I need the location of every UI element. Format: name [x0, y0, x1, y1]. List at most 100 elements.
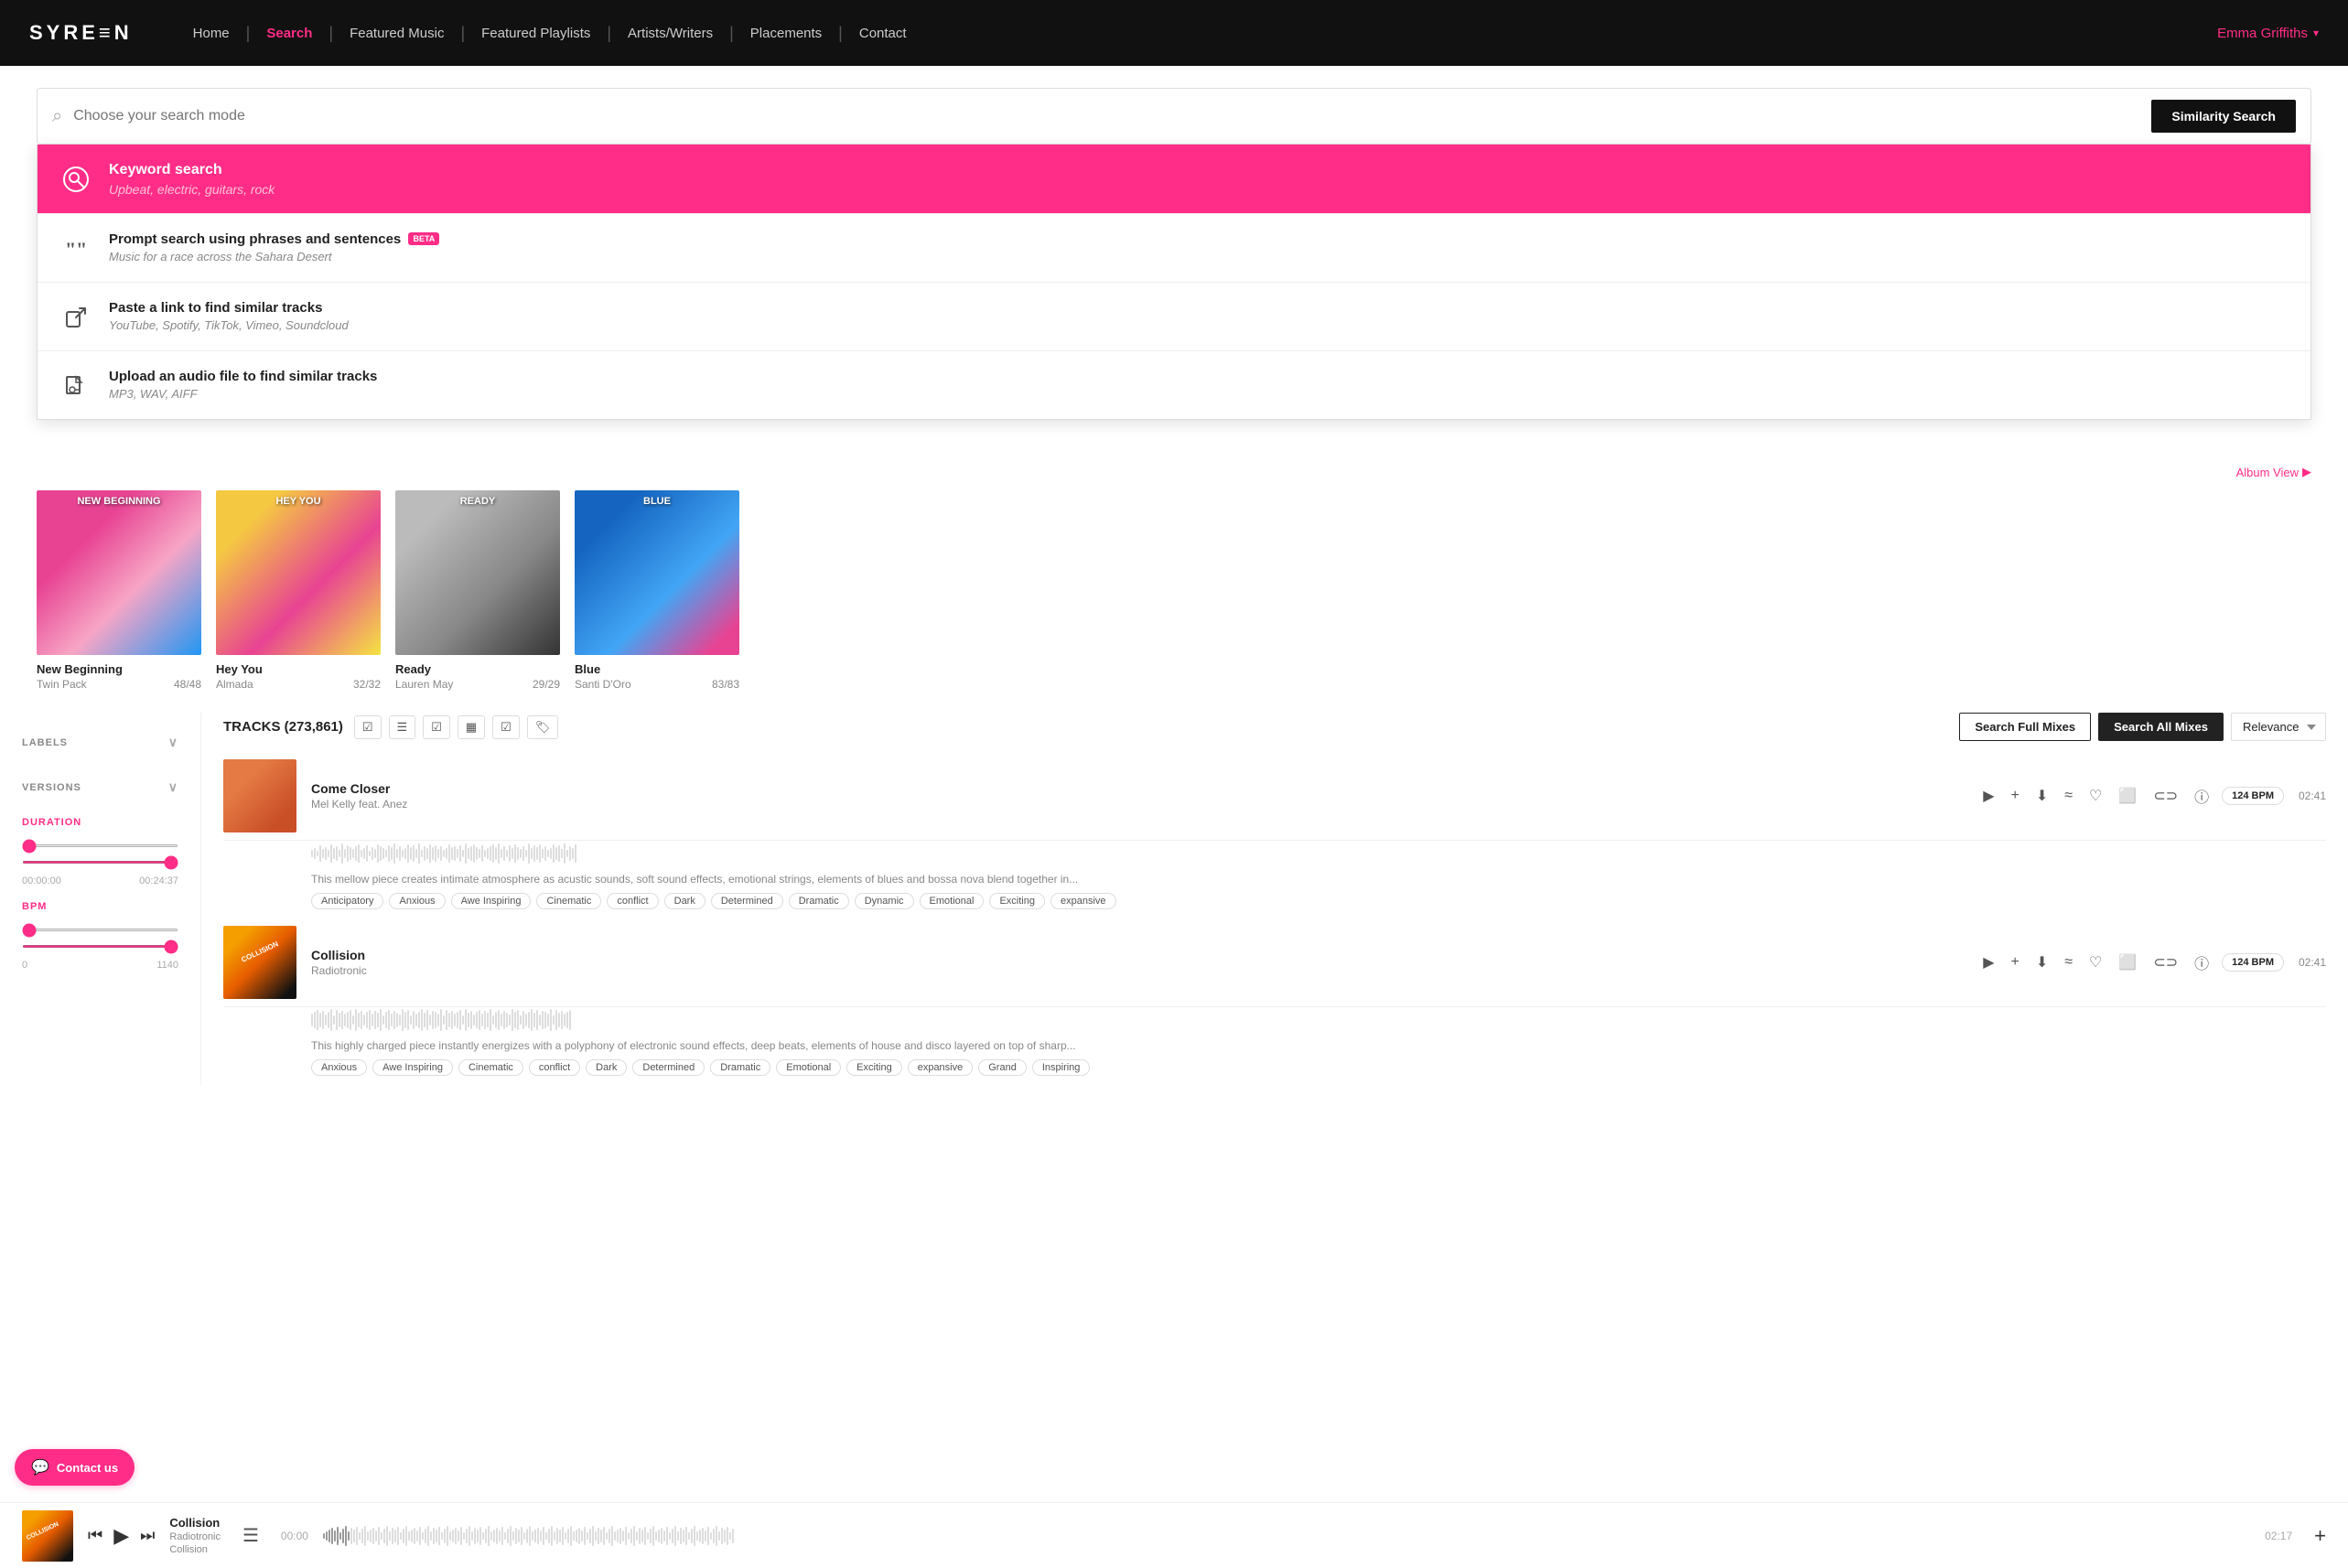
- tag-cinematic[interactable]: Cinematic: [536, 893, 601, 909]
- album-thumb-hey-you: HEY YOU: [216, 490, 381, 655]
- search-mode-prompt[interactable]: " " Prompt search using phrases and sent…: [38, 214, 2310, 283]
- search-input[interactable]: [73, 108, 2140, 124]
- tag-exciting[interactable]: Exciting: [989, 893, 1045, 909]
- album-view-link[interactable]: Album View ▶: [2236, 465, 2311, 479]
- tag-expansive[interactable]: expansive: [1050, 893, 1116, 909]
- album-card-blue[interactable]: BLUE Blue Santi D'Oro 83/83: [575, 490, 739, 691]
- tag-emotional[interactable]: Emotional: [920, 893, 985, 909]
- player-rewind-btn[interactable]: ⏮: [88, 1526, 102, 1545]
- search-all-mixes-btn[interactable]: Search All Mixes: [2098, 713, 2224, 741]
- share-btn-come-closer[interactable]: ⊂⊃: [2149, 783, 2181, 809]
- track-info-collision: Collision Radiotronic: [296, 948, 1979, 977]
- tag2-emotional[interactable]: Emotional: [776, 1059, 841, 1076]
- tracks-number: (273,861): [285, 719, 343, 735]
- albums-section: Album View ▶ NEW BEGINNING New Beginning…: [0, 446, 2348, 691]
- tag-dark[interactable]: Dark: [664, 893, 705, 909]
- similarity-search-button[interactable]: Similarity Search: [2151, 100, 2296, 133]
- search-mode-keyword[interactable]: Keyword search Upbeat, electric, guitars…: [38, 145, 2310, 214]
- sort-select[interactable]: Relevance Newest Oldest BPM High BPM Low: [2231, 713, 2326, 741]
- heart-btn-collision[interactable]: ♡: [2085, 950, 2106, 975]
- sidebar-versions-toggle[interactable]: VERSIONS ∨: [22, 772, 178, 802]
- sidebar-versions-label: VERSIONS: [22, 782, 81, 793]
- waveform-btn-collision[interactable]: ≈: [2061, 950, 2076, 974]
- tag2-determined[interactable]: Determined: [632, 1059, 705, 1076]
- tag-anxious[interactable]: Anxious: [389, 893, 445, 909]
- tracks-bars-btn[interactable]: ▦: [458, 715, 485, 739]
- album-card-hey-you[interactable]: HEY YOU Hey You Almada 32/32: [216, 490, 381, 691]
- link-icon: [59, 301, 92, 334]
- nav-featured-music[interactable]: Featured Music: [333, 26, 460, 41]
- bpm-slider-min[interactable]: [22, 929, 178, 931]
- tracks-check-btn[interactable]: ☑: [423, 715, 450, 739]
- download-btn-come-closer[interactable]: ⬇: [2032, 783, 2052, 809]
- tag-dynamic[interactable]: Dynamic: [855, 893, 914, 909]
- queue-icon[interactable]: ☰: [242, 1524, 259, 1547]
- nav-featured-playlists[interactable]: Featured Playlists: [465, 26, 607, 41]
- chevron-down-icon: ∨: [168, 735, 178, 750]
- album-artist-blue: Santi D'Oro: [575, 678, 631, 691]
- link-title: Paste a link to find similar tracks: [109, 299, 2289, 317]
- tag2-exciting[interactable]: Exciting: [846, 1059, 902, 1076]
- player-add-btn[interactable]: +: [2314, 1524, 2326, 1548]
- album-view-row: Album View ▶: [37, 465, 2311, 479]
- waveform-btn-come-closer[interactable]: ≈: [2061, 784, 2076, 808]
- duration-slider-min[interactable]: [22, 844, 178, 847]
- search-full-mixes-btn[interactable]: Search Full Mixes: [1959, 713, 2091, 741]
- nav-home[interactable]: Home: [177, 26, 246, 41]
- search-mode-link[interactable]: Paste a link to find similar tracks YouT…: [38, 283, 2310, 351]
- download-btn-collision[interactable]: ⬇: [2032, 950, 2052, 975]
- share-btn-collision[interactable]: ⊂⊃: [2149, 950, 2181, 975]
- tag2-awe-inspiring[interactable]: Awe Inspiring: [372, 1059, 453, 1076]
- player-waveform[interactable]: (function(){ var heights = [6,10,14,18,1…: [323, 1520, 2250, 1552]
- player-album: Collision: [169, 1544, 221, 1555]
- heart-btn-come-closer[interactable]: ♡: [2085, 783, 2106, 809]
- video-btn-collision[interactable]: ⬜: [2115, 950, 2140, 975]
- play-btn-collision[interactable]: ▶: [1979, 950, 1998, 975]
- track-description-come-closer: This mellow piece creates intimate atmos…: [311, 872, 2326, 887]
- tag2-dramatic[interactable]: Dramatic: [710, 1059, 770, 1076]
- nav-contact[interactable]: Contact: [843, 26, 923, 41]
- tag2-inspiring[interactable]: Inspiring: [1032, 1059, 1091, 1076]
- tracks-list-view-btn[interactable]: ☰: [389, 715, 416, 739]
- video-btn-come-closer[interactable]: ⬜: [2115, 783, 2140, 809]
- album-card-new-beginning[interactable]: NEW BEGINNING New Beginning Twin Pack 48…: [37, 490, 201, 691]
- nav-artists-writers[interactable]: Artists/Writers: [611, 26, 729, 41]
- album-thumb-blue: BLUE: [575, 490, 739, 655]
- tag-determined[interactable]: Determined: [711, 893, 783, 909]
- player-forward-btn[interactable]: ⏭: [140, 1526, 155, 1545]
- tracks-bookmark-btn[interactable]: 🏷: [527, 715, 559, 739]
- tag2-anxious[interactable]: Anxious: [311, 1059, 367, 1076]
- add-btn-come-closer[interactable]: +: [2008, 784, 2023, 808]
- info-btn-collision[interactable]: ⓘ: [2191, 948, 2213, 977]
- nav-search[interactable]: Search: [250, 26, 329, 41]
- info-btn-come-closer[interactable]: ⓘ: [2191, 781, 2213, 811]
- album-info-hey-you: Hey You Almada 32/32: [216, 662, 381, 691]
- logo[interactable]: SYRE≡N: [29, 21, 133, 45]
- add-btn-collision[interactable]: +: [2008, 950, 2023, 974]
- top-nav: SYRE≡N Home | Search | Featured Music | …: [0, 0, 2348, 66]
- nav-user[interactable]: Emma Griffiths ▾: [2217, 26, 2319, 41]
- tag2-cinematic[interactable]: Cinematic: [458, 1059, 523, 1076]
- bpm-badge-come-closer: 124 BPM: [2222, 787, 2284, 805]
- tag-anticipatory[interactable]: Anticipatory: [311, 893, 383, 909]
- bpm-slider-max[interactable]: [22, 945, 178, 948]
- tag-awe-inspiring[interactable]: Awe Inspiring: [451, 893, 532, 909]
- tag2-conflict[interactable]: conflict: [529, 1059, 580, 1076]
- tag2-dark[interactable]: Dark: [586, 1059, 627, 1076]
- sidebar-labels-toggle[interactable]: LABELS ∨: [22, 727, 178, 757]
- tag-conflict[interactable]: conflict: [607, 893, 658, 909]
- duration-slider-max[interactable]: [22, 861, 178, 864]
- player-play-btn[interactable]: ▶: [113, 1524, 129, 1548]
- bpm-badge-collision: 124 BPM: [2222, 953, 2284, 972]
- contact-us-button[interactable]: 💬 Contact us: [15, 1449, 135, 1486]
- play-btn-come-closer[interactable]: ▶: [1979, 783, 1998, 809]
- tracks-tag-btn[interactable]: ☑: [492, 715, 520, 739]
- tag2-expansive[interactable]: expansive: [908, 1059, 974, 1076]
- nav-placements[interactable]: Placements: [734, 26, 838, 41]
- tag-dramatic[interactable]: Dramatic: [789, 893, 849, 909]
- tracks-select-all-btn[interactable]: ☑: [354, 715, 382, 739]
- album-card-ready[interactable]: READY Ready Lauren May 29/29: [395, 490, 560, 691]
- tag2-grand[interactable]: Grand: [978, 1059, 1027, 1076]
- track-artist-come-closer: Mel Kelly feat. Anez: [311, 798, 1965, 811]
- search-mode-upload[interactable]: Upload an audio file to find similar tra…: [38, 351, 2310, 419]
